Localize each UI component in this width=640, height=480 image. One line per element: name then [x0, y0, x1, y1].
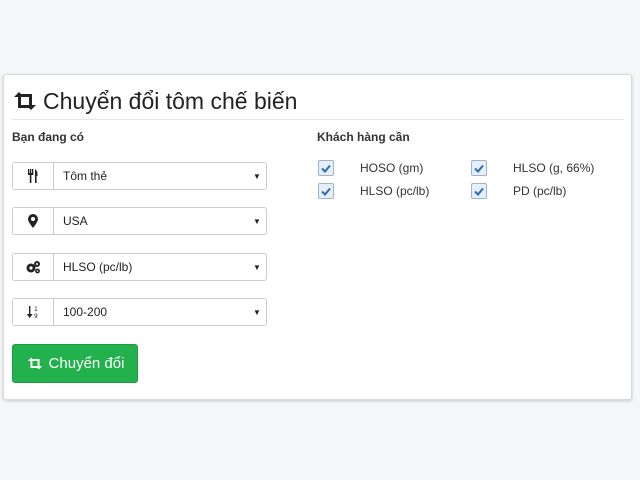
convert-button[interactable]: Chuyển đổi — [12, 344, 138, 383]
chevron-down-icon: ▼ — [253, 216, 261, 226]
species-select[interactable]: Tôm thẻ ▼ — [12, 162, 267, 190]
checkbox-hlso-g-66[interactable]: HLSO (g, 66%) — [471, 160, 594, 176]
sort-numeric-icon: 1 9 — [13, 299, 54, 325]
retweet-icon — [12, 90, 38, 112]
checkbox-hlso-pc-lb[interactable]: HLSO (pc/lb) — [318, 183, 429, 199]
check-icon[interactable] — [471, 160, 487, 176]
product-form-select-value: HLSO (pc/lb) — [63, 260, 133, 274]
panel-header: Chuyển đổi tôm chế biến — [12, 83, 624, 120]
checkbox-label: HOSO (gm) — [360, 161, 424, 175]
have-section-label: Bạn đang có — [12, 130, 85, 144]
country-select[interactable]: USA ▼ — [12, 207, 267, 235]
converter-panel: Chuyển đổi tôm chế biến Bạn đang có Tôm … — [3, 74, 632, 400]
page: { "panel": { "title": "Chuyển đổi tôm ch… — [0, 0, 640, 480]
check-icon[interactable] — [318, 160, 334, 176]
check-icon[interactable] — [471, 183, 487, 199]
size-select-value: 100-200 — [63, 305, 108, 319]
svg-text:9: 9 — [34, 313, 38, 319]
map-marker-icon — [13, 208, 54, 234]
checkbox-hoso-gm[interactable]: HOSO (gm) — [318, 160, 423, 176]
check-icon[interactable] — [318, 183, 334, 199]
page-title: Chuyển đổi tôm chế biến — [43, 87, 298, 114]
size-select[interactable]: 1 9 100-200 ▼ — [12, 298, 267, 326]
country-select-value: USA — [63, 214, 88, 228]
retweet-icon — [26, 357, 44, 370]
chevron-down-icon: ▼ — [253, 171, 261, 181]
species-select-value: Tôm thẻ — [63, 169, 108, 183]
chevron-down-icon: ▼ — [253, 307, 261, 317]
need-section-label: Khách hàng cần — [317, 130, 410, 144]
cutlery-icon — [13, 163, 54, 189]
checkbox-label: HLSO (pc/lb) — [360, 184, 430, 198]
checkbox-pd-pc-lb[interactable]: PD (pc/lb) — [471, 183, 566, 199]
cogs-icon — [13, 254, 54, 280]
convert-button-label: Chuyển đổi — [48, 355, 125, 372]
checkbox-label: HLSO (g, 66%) — [513, 161, 595, 175]
checkbox-label: PD (pc/lb) — [513, 184, 567, 198]
svg-text:1: 1 — [34, 306, 38, 313]
product-form-select[interactable]: HLSO (pc/lb) ▼ — [12, 253, 267, 281]
chevron-down-icon: ▼ — [253, 262, 261, 272]
